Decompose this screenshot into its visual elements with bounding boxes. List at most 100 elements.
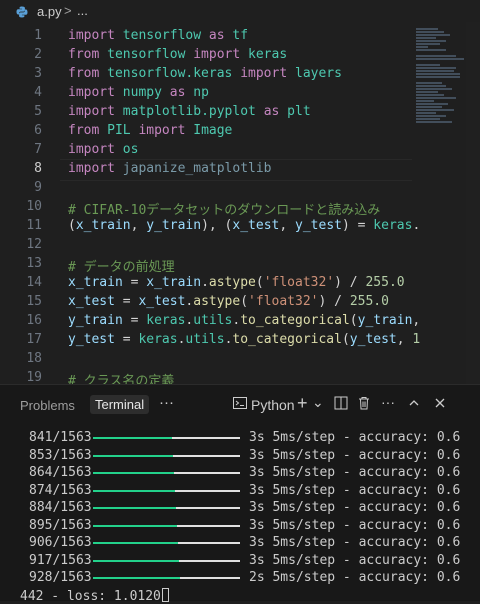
terminal-line: 874/1563 3s 5ms/step - accuracy: 0.6 bbox=[0, 482, 480, 500]
terminal-shell-icon[interactable] bbox=[232, 395, 248, 414]
panel-header: Problems Terminal ··· Python + ⌄ ··· bbox=[0, 385, 480, 423]
line-number: 7 bbox=[34, 142, 42, 157]
step-counter: 864/1563 bbox=[29, 465, 92, 480]
progress-fill bbox=[93, 560, 179, 562]
minimap-line bbox=[416, 103, 448, 105]
line-number: 8 bbox=[34, 161, 42, 176]
terminal-line: 853/15633s 5ms/step - accuracy: 0.6 bbox=[0, 447, 480, 465]
step-metrics: 3s 5ms/step - accuracy: 0.6 bbox=[249, 483, 460, 498]
code-text: import os bbox=[68, 142, 138, 157]
code-text: import matplotlib.pyplot as plt bbox=[68, 104, 311, 119]
step-counter: 874/1563 bbox=[29, 483, 92, 498]
minimap-line bbox=[416, 67, 456, 69]
panel-more-icon[interactable]: ··· bbox=[159, 394, 174, 411]
tab-terminal[interactable]: Terminal bbox=[90, 395, 149, 414]
add-terminal-icon[interactable]: + bbox=[297, 393, 308, 414]
editor-scrollbar[interactable] bbox=[466, 22, 480, 384]
code-token: 255.0 bbox=[350, 294, 389, 309]
minimap-line bbox=[416, 31, 444, 33]
code-token: import bbox=[193, 47, 248, 62]
shell-label[interactable]: Python bbox=[251, 397, 295, 413]
python-file-icon bbox=[16, 6, 28, 18]
code-token: os bbox=[123, 142, 139, 157]
step-metrics: 2s 5ms/step - accuracy: 0.6 bbox=[249, 570, 460, 585]
terminal-line: 917/15633s 5ms/step - accuracy: 0.6 bbox=[0, 552, 480, 570]
code-token: np bbox=[193, 85, 209, 100]
close-panel-icon[interactable] bbox=[434, 396, 446, 412]
code-token: to_categorical bbox=[240, 313, 350, 328]
code-token: ( bbox=[350, 313, 358, 328]
terminal-line: 928/15632s 5ms/step - accuracy: 0.6 bbox=[0, 569, 480, 587]
code-token: y_test bbox=[68, 332, 115, 347]
terminal-line: 906/15633s 5ms/step - accuracy: 0.6 bbox=[0, 534, 480, 552]
code-token: import bbox=[68, 161, 123, 176]
minimap-line bbox=[416, 94, 444, 96]
step-counter: 884/1563 bbox=[29, 500, 92, 515]
minimap[interactable] bbox=[412, 22, 464, 122]
code-text: y_train = keras.utils.to_categorical(y_t… bbox=[68, 313, 420, 328]
split-terminal-icon[interactable] bbox=[334, 396, 348, 413]
code-token: . bbox=[201, 275, 209, 290]
code-token: y_train bbox=[146, 218, 201, 233]
code-token: to_categorical bbox=[232, 332, 342, 347]
progress-fill bbox=[93, 437, 172, 439]
code-text: x_train = x_train.astype('float32') / 25… bbox=[68, 275, 405, 290]
trash-icon[interactable] bbox=[357, 396, 371, 413]
code-token: japanize_matplotlib bbox=[123, 161, 272, 176]
code-text: from PIL import Image bbox=[68, 123, 232, 138]
code-token: PIL bbox=[107, 123, 138, 138]
code-token: x_test bbox=[232, 218, 279, 233]
line-number: 6 bbox=[34, 123, 42, 138]
progress-bar bbox=[93, 560, 240, 562]
step-metrics: 3s 5ms/step - accuracy: 0.6 bbox=[249, 518, 460, 533]
progress-bar bbox=[93, 490, 240, 492]
code-token: , bbox=[412, 313, 420, 328]
code-text: x_test = x_test.astype('float32') / 255.… bbox=[68, 294, 389, 309]
progress-bar bbox=[93, 507, 240, 509]
maximize-panel-icon[interactable] bbox=[408, 396, 420, 412]
code-token: as bbox=[264, 104, 287, 119]
code-token: = bbox=[115, 332, 138, 347]
code-token: ) / bbox=[334, 275, 365, 290]
code-token: y_test bbox=[295, 218, 342, 233]
minimap-line bbox=[416, 46, 428, 48]
minimap-line bbox=[416, 91, 438, 93]
step-counter: 841/1563 bbox=[29, 430, 92, 445]
code-token: x_test bbox=[138, 294, 185, 309]
code-token: astype bbox=[209, 275, 256, 290]
code-token: ), ( bbox=[201, 218, 232, 233]
more-actions-icon[interactable]: ··· bbox=[381, 394, 395, 410]
code-token: import bbox=[240, 66, 295, 81]
code-token: tensorflow.keras bbox=[107, 66, 240, 81]
terminal-last-line: 442 - loss: 1.0120 bbox=[0, 587, 480, 604]
step-metrics: 3s 5ms/step - accuracy: 0.6 bbox=[249, 448, 460, 463]
progress-fill bbox=[93, 542, 178, 544]
code-text: from tensorflow import keras bbox=[68, 47, 287, 62]
code-token: ( bbox=[68, 218, 76, 233]
code-token: , bbox=[279, 218, 295, 233]
code-token: layers bbox=[295, 66, 342, 81]
code-token: . bbox=[412, 218, 420, 233]
code-token: utils bbox=[185, 332, 224, 347]
progress-bar bbox=[93, 542, 240, 544]
breadcrumb-file[interactable]: a.py bbox=[37, 4, 62, 19]
code-line[interactable]: 19# クラス名の定義 bbox=[0, 368, 480, 384]
minimap-line bbox=[416, 82, 442, 84]
code-text: (x_train, y_train), (x_test, y_test) = k… bbox=[68, 218, 420, 233]
step-counter: 906/1563 bbox=[29, 535, 92, 550]
terminal-output[interactable]: 841/15633s 5ms/step - accuracy: 0.6853/1… bbox=[0, 423, 480, 601]
code-token: x_test bbox=[68, 294, 115, 309]
minimap-line bbox=[416, 106, 442, 108]
minimap-line bbox=[416, 109, 454, 111]
minimap-line bbox=[416, 115, 446, 117]
terminal-cursor bbox=[162, 588, 169, 602]
tab-problems[interactable]: Problems bbox=[20, 398, 75, 413]
code-token: 'float32' bbox=[248, 294, 318, 309]
minimap-line bbox=[416, 85, 446, 87]
code-editor[interactable]: 1import tensorflow as tf2from tensorflow… bbox=[0, 22, 480, 384]
chevron-down-icon[interactable]: ⌄ bbox=[312, 394, 324, 411]
breadcrumb-more[interactable]: ... bbox=[77, 3, 88, 18]
minimap-line bbox=[416, 88, 452, 90]
code-token: ) / bbox=[319, 294, 350, 309]
line-number: 3 bbox=[34, 66, 42, 81]
